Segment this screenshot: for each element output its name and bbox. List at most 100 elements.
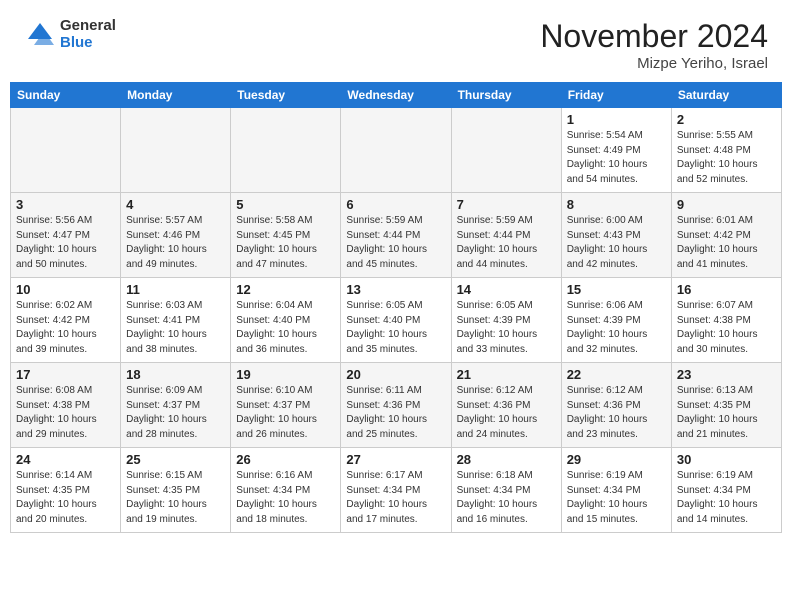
day-number: 15 bbox=[567, 282, 666, 297]
calendar-cell: 6 Sunrise: 5:59 AM Sunset: 4:44 PM Daylig… bbox=[341, 193, 451, 278]
calendar-cell: 27Sunrise: 6:17 AM Sunset: 4:34 PM Dayli… bbox=[341, 448, 451, 533]
logo-general: General bbox=[60, 18, 116, 35]
day-info: Sunrise: 6:14 AM Sunset: 4:35 PM Dayligh… bbox=[16, 469, 115, 527]
calendar-header-tuesday: Tuesday bbox=[231, 83, 341, 108]
calendar-week-row: 24 Sunrise: 6:14 AM Sunset: 4:35 PM Dayli… bbox=[11, 448, 782, 533]
calendar-week-row: 3 Sunrise: 5:56 AM Sunset: 4:47 PM Daylig… bbox=[11, 193, 782, 278]
calendar-cell: 25 Sunrise: 6:15 AM Sunset: 4:35 PM Dayli… bbox=[121, 448, 231, 533]
month-title: November 2024 bbox=[540, 18, 768, 55]
calendar-cell: 21 Sunrise: 6:12 AM Sunset: 4:36 PM Dayli… bbox=[451, 363, 561, 448]
calendar-cell: 15 Sunrise: 6:06 AM Sunset: 4:39 PM Dayli… bbox=[561, 278, 671, 363]
day-info: Sunrise: 6:07 AM Sunset: 4:38 PM Dayligh… bbox=[677, 299, 776, 357]
day-number: 25 bbox=[126, 452, 225, 467]
day-info: Sunrise: 6:16 AM Sunset: 4:34 PM Dayligh… bbox=[236, 469, 335, 527]
calendar-cell: 7Sunrise: 5:59 AM Sunset: 4:44 PM Daylig… bbox=[451, 193, 561, 278]
day-info: Sunrise: 6:12 AM Sunset: 4:36 PM Dayligh… bbox=[567, 384, 666, 442]
calendar-week-row: 10Sunrise: 6:02 AM Sunset: 4:42 PM Dayli… bbox=[11, 278, 782, 363]
day-info: Sunrise: 5:58 AM Sunset: 4:45 PM Dayligh… bbox=[236, 214, 335, 272]
calendar-cell bbox=[11, 108, 121, 193]
day-number: 16 bbox=[677, 282, 776, 297]
day-number: 27 bbox=[346, 452, 445, 467]
calendar-header-row: SundayMondayTuesdayWednesdayThursdayFrid… bbox=[11, 83, 782, 108]
day-info: Sunrise: 5:57 AM Sunset: 4:46 PM Dayligh… bbox=[126, 214, 225, 272]
day-info: Sunrise: 6:09 AM Sunset: 4:37 PM Dayligh… bbox=[126, 384, 225, 442]
day-info: Sunrise: 6:03 AM Sunset: 4:41 PM Dayligh… bbox=[126, 299, 225, 357]
calendar-header-thursday: Thursday bbox=[451, 83, 561, 108]
calendar-cell: 22 Sunrise: 6:12 AM Sunset: 4:36 PM Dayli… bbox=[561, 363, 671, 448]
calendar-header-monday: Monday bbox=[121, 83, 231, 108]
logo-blue: Blue bbox=[60, 35, 116, 52]
calendar-cell: 16 Sunrise: 6:07 AM Sunset: 4:38 PM Dayli… bbox=[671, 278, 781, 363]
title-block: November 2024 Mizpe Yeriho, Israel bbox=[540, 18, 768, 72]
day-number: 7 bbox=[457, 197, 556, 212]
calendar-cell: 28Sunrise: 6:18 AM Sunset: 4:34 PM Dayli… bbox=[451, 448, 561, 533]
calendar-table: SundayMondayTuesdayWednesdayThursdayFrid… bbox=[10, 82, 782, 533]
calendar-week-row: 1 Sunrise: 5:54 AM Sunset: 4:49 PM Daylig… bbox=[11, 108, 782, 193]
calendar-cell bbox=[231, 108, 341, 193]
day-number: 17 bbox=[16, 367, 115, 382]
calendar-cell: 14Sunrise: 6:05 AM Sunset: 4:39 PM Dayli… bbox=[451, 278, 561, 363]
day-number: 24 bbox=[16, 452, 115, 467]
day-number: 19 bbox=[236, 367, 335, 382]
calendar-cell: 11 Sunrise: 6:03 AM Sunset: 4:41 PM Dayli… bbox=[121, 278, 231, 363]
day-info: Sunrise: 6:08 AM Sunset: 4:38 PM Dayligh… bbox=[16, 384, 115, 442]
day-info: Sunrise: 5:56 AM Sunset: 4:47 PM Dayligh… bbox=[16, 214, 115, 272]
day-number: 12 bbox=[236, 282, 335, 297]
calendar-cell: 8Sunrise: 6:00 AM Sunset: 4:43 PM Daylig… bbox=[561, 193, 671, 278]
calendar-cell: 26Sunrise: 6:16 AM Sunset: 4:34 PM Dayli… bbox=[231, 448, 341, 533]
day-info: Sunrise: 6:05 AM Sunset: 4:39 PM Dayligh… bbox=[457, 299, 556, 357]
calendar-header-wednesday: Wednesday bbox=[341, 83, 451, 108]
day-number: 18 bbox=[126, 367, 225, 382]
calendar-cell: 20 Sunrise: 6:11 AM Sunset: 4:36 PM Dayli… bbox=[341, 363, 451, 448]
calendar-cell: 2Sunrise: 5:55 AM Sunset: 4:48 PM Daylig… bbox=[671, 108, 781, 193]
calendar-cell: 18 Sunrise: 6:09 AM Sunset: 4:37 PM Dayli… bbox=[121, 363, 231, 448]
day-info: Sunrise: 5:55 AM Sunset: 4:48 PM Dayligh… bbox=[677, 129, 776, 187]
day-info: Sunrise: 6:04 AM Sunset: 4:40 PM Dayligh… bbox=[236, 299, 335, 357]
day-number: 1 bbox=[567, 112, 666, 127]
calendar-cell: 9 Sunrise: 6:01 AM Sunset: 4:42 PM Daylig… bbox=[671, 193, 781, 278]
calendar-cell: 12 Sunrise: 6:04 AM Sunset: 4:40 PM Dayli… bbox=[231, 278, 341, 363]
calendar-header-friday: Friday bbox=[561, 83, 671, 108]
day-info: Sunrise: 6:10 AM Sunset: 4:37 PM Dayligh… bbox=[236, 384, 335, 442]
logo-text: General Blue bbox=[60, 18, 116, 51]
calendar-cell: 17 Sunrise: 6:08 AM Sunset: 4:38 PM Dayli… bbox=[11, 363, 121, 448]
calendar-cell: 3 Sunrise: 5:56 AM Sunset: 4:47 PM Daylig… bbox=[11, 193, 121, 278]
calendar-header-sunday: Sunday bbox=[11, 83, 121, 108]
logo-icon bbox=[24, 19, 56, 51]
day-info: Sunrise: 6:06 AM Sunset: 4:39 PM Dayligh… bbox=[567, 299, 666, 357]
page-header: General Blue November 2024 Mizpe Yeriho,… bbox=[0, 0, 792, 82]
calendar-cell: 19 Sunrise: 6:10 AM Sunset: 4:37 PM Dayli… bbox=[231, 363, 341, 448]
calendar-cell bbox=[341, 108, 451, 193]
day-number: 9 bbox=[677, 197, 776, 212]
day-info: Sunrise: 6:19 AM Sunset: 4:34 PM Dayligh… bbox=[677, 469, 776, 527]
day-info: Sunrise: 6:11 AM Sunset: 4:36 PM Dayligh… bbox=[346, 384, 445, 442]
day-info: Sunrise: 6:12 AM Sunset: 4:36 PM Dayligh… bbox=[457, 384, 556, 442]
calendar-cell: 10Sunrise: 6:02 AM Sunset: 4:42 PM Dayli… bbox=[11, 278, 121, 363]
day-number: 22 bbox=[567, 367, 666, 382]
calendar-cell bbox=[121, 108, 231, 193]
day-number: 10 bbox=[16, 282, 115, 297]
day-info: Sunrise: 6:19 AM Sunset: 4:34 PM Dayligh… bbox=[567, 469, 666, 527]
day-number: 29 bbox=[567, 452, 666, 467]
day-number: 11 bbox=[126, 282, 225, 297]
calendar-cell bbox=[451, 108, 561, 193]
day-info: Sunrise: 5:54 AM Sunset: 4:49 PM Dayligh… bbox=[567, 129, 666, 187]
day-number: 13 bbox=[346, 282, 445, 297]
day-number: 3 bbox=[16, 197, 115, 212]
day-info: Sunrise: 6:15 AM Sunset: 4:35 PM Dayligh… bbox=[126, 469, 225, 527]
calendar-cell: 30Sunrise: 6:19 AM Sunset: 4:34 PM Dayli… bbox=[671, 448, 781, 533]
day-number: 21 bbox=[457, 367, 556, 382]
calendar-cell: 29 Sunrise: 6:19 AM Sunset: 4:34 PM Dayli… bbox=[561, 448, 671, 533]
day-number: 20 bbox=[346, 367, 445, 382]
day-info: Sunrise: 6:13 AM Sunset: 4:35 PM Dayligh… bbox=[677, 384, 776, 442]
calendar-cell: 4Sunrise: 5:57 AM Sunset: 4:46 PM Daylig… bbox=[121, 193, 231, 278]
calendar-cell: 13Sunrise: 6:05 AM Sunset: 4:40 PM Dayli… bbox=[341, 278, 451, 363]
day-info: Sunrise: 5:59 AM Sunset: 4:44 PM Dayligh… bbox=[346, 214, 445, 272]
calendar-week-row: 17 Sunrise: 6:08 AM Sunset: 4:38 PM Dayli… bbox=[11, 363, 782, 448]
calendar-cell: 1 Sunrise: 5:54 AM Sunset: 4:49 PM Daylig… bbox=[561, 108, 671, 193]
calendar-cell: 23Sunrise: 6:13 AM Sunset: 4:35 PM Dayli… bbox=[671, 363, 781, 448]
day-info: Sunrise: 6:01 AM Sunset: 4:42 PM Dayligh… bbox=[677, 214, 776, 272]
day-number: 6 bbox=[346, 197, 445, 212]
calendar-cell: 5Sunrise: 5:58 AM Sunset: 4:45 PM Daylig… bbox=[231, 193, 341, 278]
calendar-header-saturday: Saturday bbox=[671, 83, 781, 108]
